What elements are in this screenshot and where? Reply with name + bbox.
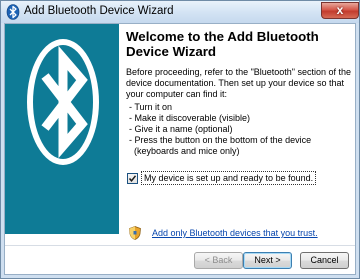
intro-text: Before proceeding, refer to the "Bluetoo…	[126, 67, 352, 99]
list-item: - Turn it on	[129, 102, 173, 112]
next-button[interactable]: Next >	[243, 252, 292, 269]
list-item: - Give it a name (optional)	[129, 124, 233, 134]
device-ready-label[interactable]: My device is set up and ready to be foun…	[141, 171, 317, 185]
back-button[interactable]: < Back	[194, 252, 243, 269]
setup-steps: - Turn it on - Make it discoverable (vis…	[129, 102, 349, 157]
wizard-window: Add Bluetooth Device Wizard x Welcome to…	[0, 0, 360, 279]
title-bar[interactable]: Add Bluetooth Device Wizard x	[1, 1, 359, 23]
close-button[interactable]: x	[321, 2, 359, 19]
shield-icon	[129, 226, 141, 240]
page-title: Welcome to the Add Bluetooth Device Wiza…	[126, 29, 319, 59]
window-title: Add Bluetooth Device Wizard	[24, 5, 174, 17]
divider	[5, 245, 355, 246]
list-item: (keyboards and mice only)	[134, 146, 240, 156]
trust-devices-link[interactable]: Add only Bluetooth devices that you trus…	[152, 228, 318, 238]
device-ready-checkbox[interactable]	[127, 172, 138, 184]
device-ready-checkbox-row[interactable]: My device is set up and ready to be foun…	[127, 171, 317, 185]
list-item: - Press the button on the bottom of the …	[129, 135, 312, 145]
side-banner	[5, 24, 119, 234]
list-item: - Make it discoverable (visible)	[129, 113, 251, 123]
bluetooth-icon	[6, 4, 20, 20]
close-icon: x	[336, 3, 344, 17]
check-icon	[128, 174, 137, 182]
cancel-button[interactable]: Cancel	[300, 252, 349, 269]
wizard-content: Welcome to the Add Bluetooth Device Wiza…	[4, 23, 356, 275]
bluetooth-logo	[27, 39, 99, 165]
